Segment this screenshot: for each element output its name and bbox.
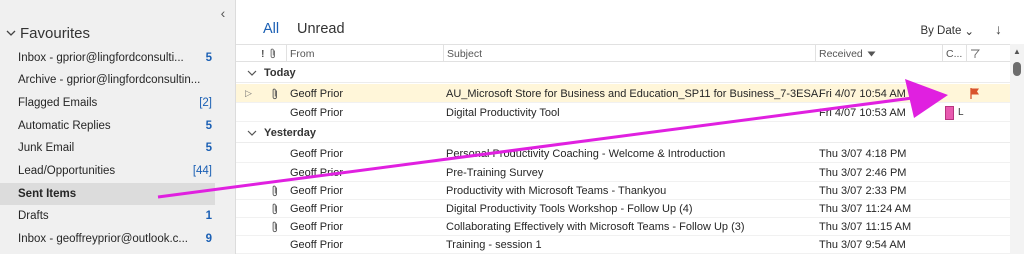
vertical-scrollbar[interactable]: ▲ [1010, 44, 1024, 254]
message-subject: Digital Productivity Tool [446, 106, 560, 119]
folder-pane: ‹ Favourites Inbox - gprior@lingfordcons… [0, 0, 236, 254]
sidebar-item-drafts[interactable]: Drafts 1 [0, 205, 222, 227]
message-from: Geoff Prior [290, 184, 343, 197]
paperclip-icon [270, 48, 275, 59]
message-row[interactable]: Geoff Prior Productivity with Microsoft … [236, 181, 1010, 200]
categories-column-header[interactable]: C... [942, 45, 966, 62]
outlook-window: ‹ Favourites Inbox - gprior@lingfordcons… [0, 0, 1024, 254]
message-row[interactable]: ▷ Geoff Prior AU_Microsoft Store for Bus… [236, 84, 1010, 103]
from-column-header[interactable]: From [286, 45, 443, 62]
expand-conversation-icon[interactable]: ▷ [245, 84, 255, 103]
message-subject: AU_Microsoft Store for Business and Educ… [446, 87, 821, 100]
item-count: [2] [199, 97, 212, 109]
unread-count: 5 [205, 120, 212, 132]
message-subject: Collaborating Effectively with Microsoft… [446, 220, 745, 233]
sidebar-item-flagged-emails[interactable]: Flagged Emails [2] [0, 92, 222, 114]
unread-count: 5 [205, 52, 212, 64]
message-from: Geoff Prior [290, 166, 343, 179]
paperclip-icon [271, 217, 281, 236]
column-header-row: ! From Subject Received C... [236, 44, 1010, 62]
message-received: Thu 3/07 9:54 AM [819, 238, 906, 251]
unread-count: 5 [205, 142, 212, 154]
favourites-label: Favourites [20, 24, 91, 42]
message-subject: Pre-Training Survey [446, 166, 544, 179]
sidebar-item-label: Drafts [18, 210, 49, 222]
sidebar-item-inbox-lingford[interactable]: Inbox - gprior@lingfordconsulti... 5 [0, 47, 222, 69]
sort-by-label: By Date [920, 25, 962, 37]
message-received: Thu 3/07 11:15 AM [819, 220, 912, 233]
scroll-thumb[interactable] [1013, 62, 1021, 76]
message-row[interactable]: Geoff Prior Digital Productivity Tool Fr… [236, 103, 1010, 122]
message-from: Geoff Prior [290, 202, 343, 215]
sidebar-item-junk-email[interactable]: Junk Email 5 [0, 137, 222, 159]
flag-filter-icon [971, 49, 980, 58]
message-row[interactable]: Geoff Prior Pre-Training Survey Thu 3/07… [236, 163, 1010, 182]
sidebar-item-label: Automatic Replies [18, 120, 111, 132]
message-from: Geoff Prior [290, 220, 343, 233]
category-tag[interactable]: L [945, 103, 967, 122]
message-received: Thu 3/07 2:46 PM [819, 166, 907, 179]
group-label: Today [264, 66, 296, 79]
scroll-up-arrow-icon[interactable]: ▲ [1013, 47, 1021, 56]
chevron-down-icon [6, 30, 16, 36]
message-from: Geoff Prior [290, 147, 343, 160]
chevron-down-icon [247, 130, 257, 136]
sidebar-item-lead-opportunities[interactable]: Lead/Opportunities [44] [0, 160, 222, 182]
message-from: Geoff Prior [290, 87, 343, 100]
sort-by-dropdown[interactable]: By Date ⌄ [920, 24, 974, 38]
sidebar-item-label: Inbox - geoffreyprior@outlook.c... [18, 233, 188, 245]
sidebar-item-inbox-outlook[interactable]: Inbox - geoffreyprior@outlook.c... 9 [0, 228, 222, 250]
group-header-yesterday[interactable]: Yesterday [236, 123, 1010, 143]
paperclip-icon [271, 181, 281, 200]
sidebar-item-label: Flagged Emails [18, 97, 98, 109]
message-subject: Training - session 1 [446, 238, 542, 251]
message-subject: Productivity with Microsoft Teams - Than… [446, 184, 667, 197]
item-count: [44] [192, 165, 212, 177]
category-letter: L [958, 107, 964, 118]
message-subject: Digital Productivity Tools Workshop - Fo… [446, 202, 693, 215]
unread-count: 9 [205, 233, 212, 245]
tab-unread[interactable]: Unread [297, 21, 345, 37]
sort-descending-icon [867, 51, 876, 56]
message-row[interactable]: Geoff Prior Training - session 1 Thu 3/0… [236, 235, 1010, 254]
received-column-header[interactable]: Received [815, 45, 942, 62]
favourites-header[interactable]: Favourites [4, 22, 90, 44]
group-header-today[interactable]: Today [236, 63, 1010, 83]
message-received: Thu 3/07 11:24 AM [819, 202, 912, 215]
message-from: Geoff Prior [290, 238, 343, 251]
sidebar-item-archive[interactable]: Archive - gprior@lingfordconsultin... [0, 69, 222, 91]
message-row[interactable]: Geoff Prior Digital Productivity Tools W… [236, 199, 1010, 218]
message-received: Thu 3/07 2:33 PM [819, 184, 907, 197]
flag-icon[interactable] [969, 84, 981, 103]
sort-direction-button[interactable]: ↓ [995, 21, 1002, 37]
message-list-pane: All Unread By Date ⌄ ↓ ! From Subject Re… [236, 0, 1024, 254]
message-received: Fri 4/07 10:53 AM [819, 106, 906, 119]
unread-count: 1 [205, 210, 212, 222]
sidebar-item-label: Lead/Opportunities [18, 165, 116, 177]
collapse-pane-button[interactable]: ‹ [215, 6, 231, 22]
message-subject: Personal Productivity Coaching - Welcome… [446, 147, 726, 160]
sidebar-item-sent-items[interactable]: Sent Items [0, 183, 215, 205]
paperclip-icon [271, 84, 281, 103]
sidebar-item-label: Sent Items [18, 188, 77, 200]
attachment-column-header[interactable] [266, 45, 286, 62]
message-received: Thu 3/07 4:18 PM [819, 147, 907, 160]
flag-column-header[interactable] [966, 45, 1010, 62]
message-row[interactable]: Geoff Prior Collaborating Effectively wi… [236, 217, 1010, 236]
received-column-label: Received [819, 47, 863, 60]
sidebar-item-label: Inbox - gprior@lingfordconsulti... [18, 52, 184, 64]
category-color-swatch [945, 105, 954, 120]
subject-column-header[interactable]: Subject [443, 45, 815, 62]
chevron-down-icon [247, 70, 257, 76]
tab-all[interactable]: All [263, 21, 279, 37]
sidebar-item-label: Junk Email [18, 142, 75, 154]
group-label: Yesterday [264, 126, 316, 139]
message-received: Fri 4/07 10:54 AM [819, 87, 906, 100]
sidebar-item-label: Archive - gprior@lingfordconsultin... [18, 74, 201, 86]
paperclip-icon [271, 199, 281, 218]
message-from: Geoff Prior [290, 106, 343, 119]
sidebar-item-automatic-replies[interactable]: Automatic Replies 5 [0, 115, 222, 137]
chevron-down-icon: ⌄ [964, 26, 974, 38]
message-row[interactable]: Geoff Prior Personal Productivity Coachi… [236, 144, 1010, 163]
